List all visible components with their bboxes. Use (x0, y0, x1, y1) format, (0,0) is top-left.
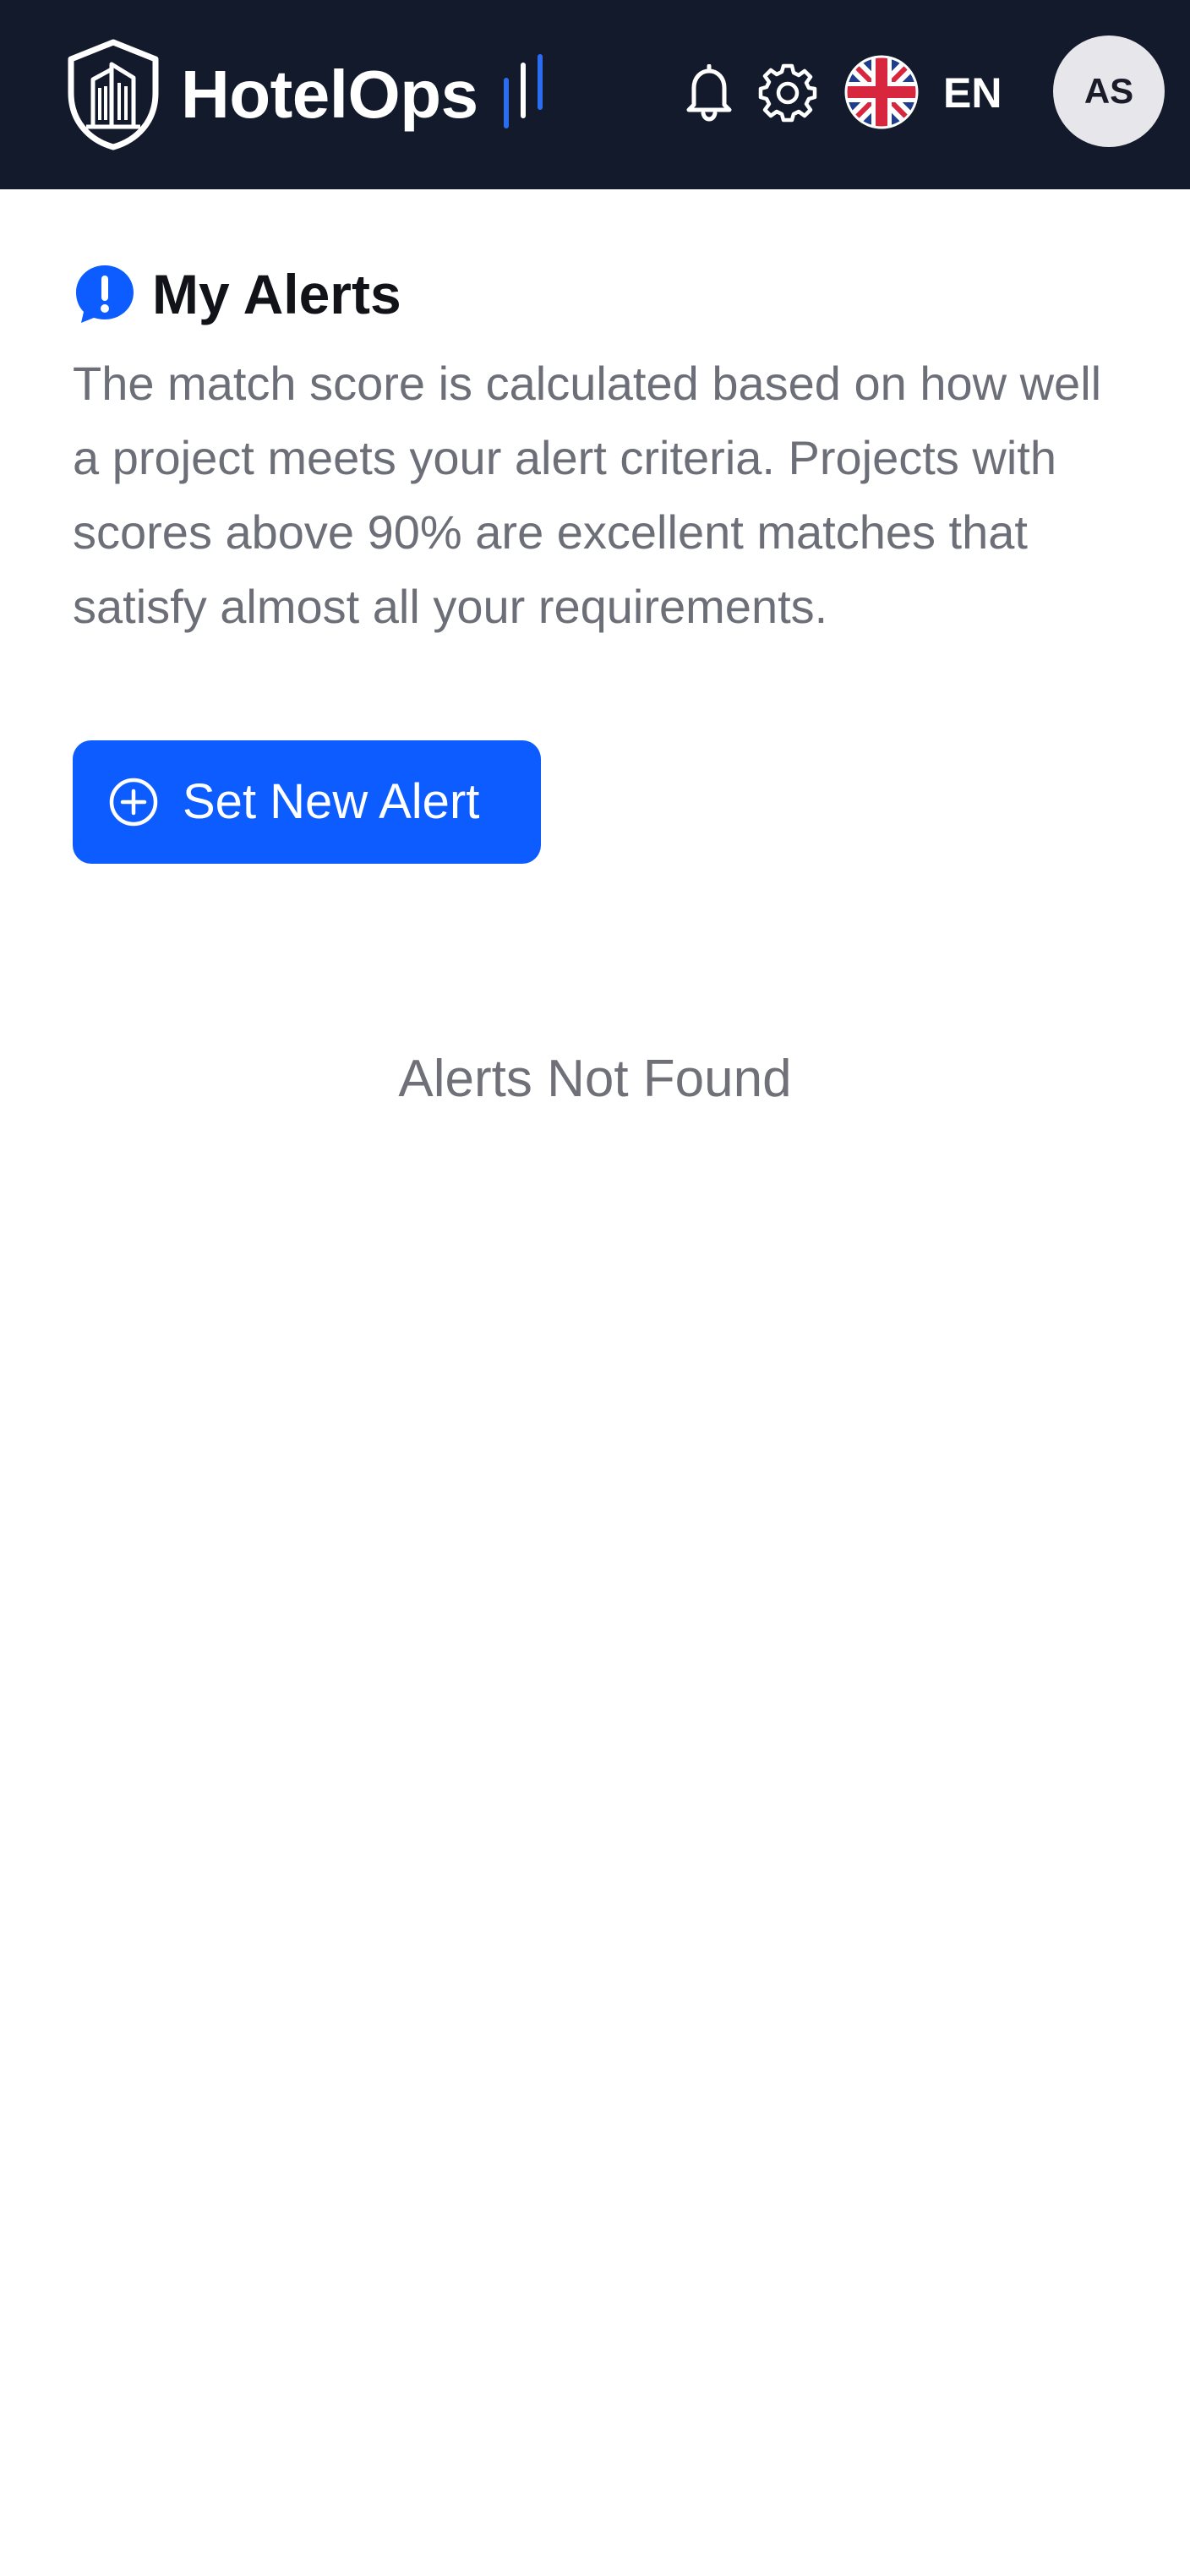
plus-circle-icon (109, 778, 158, 827)
header-actions: EN AS (649, 0, 1190, 189)
language-code[interactable]: EN (943, 66, 1002, 120)
bell-icon (686, 64, 732, 122)
uk-flag-icon (844, 55, 919, 129)
shield-building-icon (68, 39, 159, 150)
notifications-button[interactable] (681, 61, 737, 125)
alert-exclamation-icon (76, 265, 134, 323)
gear-icon (758, 63, 817, 123)
brand-name: HotelOps (181, 57, 478, 132)
top-navigation-bar: HotelOps EN AS (0, 0, 1190, 189)
set-new-alert-button[interactable]: Set New Alert (73, 740, 541, 864)
match-score-description: The match score is calculated based on h… (73, 357, 1102, 633)
brand-accent-bars-icon (504, 54, 543, 128)
language-flag-button[interactable] (843, 54, 920, 130)
user-avatar[interactable]: AS (1053, 35, 1165, 147)
set-new-alert-label: Set New Alert (183, 774, 480, 829)
empty-state-message: Alerts Not Found (398, 1050, 792, 1108)
brand-home-link[interactable]: HotelOps (66, 37, 478, 152)
page-heading: My Alerts (73, 259, 401, 330)
page-title: My Alerts (152, 263, 401, 325)
settings-button[interactable] (756, 61, 820, 125)
